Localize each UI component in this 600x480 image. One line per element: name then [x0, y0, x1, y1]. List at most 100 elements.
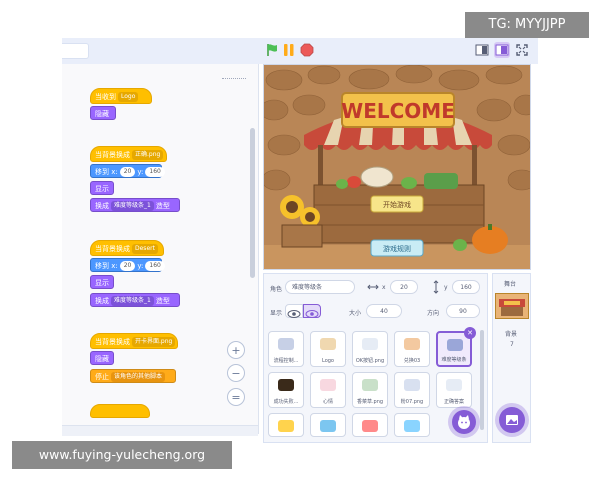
project-title-field[interactable] [62, 43, 89, 59]
backdrops-label: 背景 [505, 331, 518, 338]
welcome-thumbnail-image [499, 299, 525, 316]
code-area-horizontal-scroll[interactable] [62, 425, 258, 436]
block-label: 显示 [95, 279, 109, 287]
size-label: 大小 [349, 310, 362, 317]
stage-canvas[interactable]: WELCOME 开始游戏 游戏规则 [263, 64, 531, 270]
sprite-tile[interactable] [268, 413, 304, 437]
sprite-tile[interactable]: 粉07.png [394, 372, 430, 408]
show-visible-toggle[interactable] [285, 304, 303, 318]
sprite-tile[interactable] [352, 413, 388, 437]
horizontal-arrow-icon [367, 284, 379, 290]
sprite-name: 成功失败... [273, 399, 299, 405]
green-flag-icon[interactable] [265, 43, 279, 57]
watermelon-crate [424, 173, 458, 189]
hide-block[interactable]: 隐藏 [90, 351, 114, 365]
pause-icon[interactable] [283, 43, 295, 57]
choose-backdrop-button[interactable] [499, 407, 525, 433]
zoom-out-button[interactable]: − [227, 364, 245, 382]
show-block[interactable]: 显示 [90, 181, 114, 195]
sprite-name-input[interactable]: 难度等级条 [285, 280, 355, 294]
sprite-label: 角色 [270, 286, 283, 293]
block-label: 隐藏 [95, 110, 109, 118]
site-watermark: www.fuying-yulecheng.org [12, 441, 232, 469]
sprite-thumbnail [362, 379, 378, 391]
sprite-thumbnail [404, 420, 420, 432]
sprite-tile[interactable] [310, 413, 346, 437]
block-label: 隐藏 [95, 355, 109, 363]
block-suffix: 造型 [155, 202, 170, 210]
costume-dropdown[interactable]: 难度等级条_1 [111, 201, 154, 211]
y-value-field[interactable]: 160 [145, 167, 165, 177]
rice-bowl [360, 166, 394, 188]
show-label: 显示 [270, 310, 283, 317]
hat-label: 当背景换成 [95, 338, 130, 346]
hide-block[interactable]: 隐藏 [90, 106, 116, 120]
sprite-tile[interactable]: 心情 [310, 372, 346, 408]
normal-stage-icon[interactable] [494, 42, 510, 58]
message-dropdown[interactable]: Logo [118, 92, 139, 102]
size-input[interactable]: 40 [366, 304, 402, 318]
sprite-tile[interactable] [394, 413, 430, 437]
y-label: y: [137, 262, 144, 270]
switch-costume-block[interactable]: 换成 难度等级条_1 造型 [90, 293, 180, 307]
sprite-name: 粉07.png [400, 399, 424, 405]
hat-when-backdrop-switches[interactable]: 当背景换成 Desert [90, 240, 164, 256]
x-value-field[interactable]: 20 [119, 167, 136, 177]
x-value-field[interactable]: 20 [119, 261, 136, 271]
stop-block[interactable]: 停止 该角色的其他脚本 [90, 369, 176, 383]
image-add-icon [506, 415, 518, 425]
sprite-tile[interactable]: 兑换03 [394, 331, 430, 367]
sprite-tile[interactable]: 流程控制... [268, 331, 304, 367]
sprite-tile[interactable]: 正确答案 [436, 372, 472, 408]
y-position-input[interactable]: 160 [452, 280, 480, 294]
costume-dropdown[interactable]: 难度等级条_1 [111, 296, 154, 306]
hat-when-backdrop-switches[interactable]: 当背景换成 开卡界面.png [90, 333, 178, 349]
sprite-thumbnail [362, 338, 378, 350]
block-label: 换成 [95, 297, 109, 305]
switch-costume-block[interactable]: 换成 难度等级条_1 造型 [90, 198, 180, 212]
sprite-thumbnail [404, 379, 420, 391]
sprite-thumbnail [447, 339, 463, 351]
fullscreen-icon[interactable] [515, 43, 529, 57]
block-label: 换成 [95, 202, 109, 210]
zoom-in-button[interactable]: + [227, 341, 245, 359]
goto-xy-block[interactable]: 移到 x: 20 y: 160 [90, 164, 165, 178]
y-label: y [444, 284, 448, 291]
sprite-list-scrollbar[interactable] [480, 330, 484, 430]
x-position-input[interactable]: 20 [390, 280, 418, 294]
y-value-field[interactable]: 160 [145, 261, 165, 271]
stage-thumbnail[interactable] [495, 293, 529, 319]
hat-when-backdrop-switches[interactable]: 当背景换成 正确.png [90, 146, 167, 162]
sprite-tile[interactable]: 香菜草.png [352, 372, 388, 408]
zoom-reset-button[interactable]: = [227, 388, 245, 406]
hat-when-receive[interactable]: 当收到 Logo [90, 88, 152, 104]
hat-label: 当收到 [95, 93, 116, 101]
sprite-thumbnail [320, 379, 336, 391]
x-label: x [382, 284, 386, 291]
trash-icon: ✕ [467, 329, 473, 337]
backdrop-dropdown[interactable]: 开卡界面.png [132, 337, 176, 347]
direction-input[interactable]: 90 [446, 304, 480, 318]
sprite-tile[interactable]: 成功失败... [268, 372, 304, 408]
stall-counter [313, 184, 485, 244]
sprite-thumbnail [278, 338, 294, 350]
backdrop-dropdown[interactable]: Desert [132, 244, 158, 254]
stop-icon[interactable] [300, 43, 314, 57]
delete-sprite-button[interactable]: ✕ [464, 327, 476, 339]
backdrop-dropdown[interactable]: 正确.png [132, 150, 164, 160]
show-hidden-toggle[interactable] [303, 304, 321, 318]
hat-partial[interactable] [90, 404, 150, 418]
sprite-tile[interactable]: 难度等级条 ✕ [436, 327, 476, 367]
small-stage-icon[interactable] [475, 43, 489, 57]
sprite-thumbnail [404, 338, 420, 350]
show-block[interactable]: 显示 [90, 275, 114, 289]
sprite-tile[interactable]: Logo [310, 331, 346, 367]
pumpkin [472, 226, 508, 254]
stop-option-dropdown[interactable]: 该角色的其他脚本 [111, 372, 166, 382]
goto-xy-block[interactable]: 移到 x: 20 y: 160 [90, 258, 165, 272]
choose-sprite-button[interactable] [452, 410, 476, 434]
sprite-tile[interactable]: OK按钮.png [352, 331, 388, 367]
welcome-sign-text: WELCOME [341, 99, 455, 123]
code-area-scrollbar[interactable] [250, 128, 255, 278]
sprite-name: 难度等级条 [441, 357, 467, 363]
